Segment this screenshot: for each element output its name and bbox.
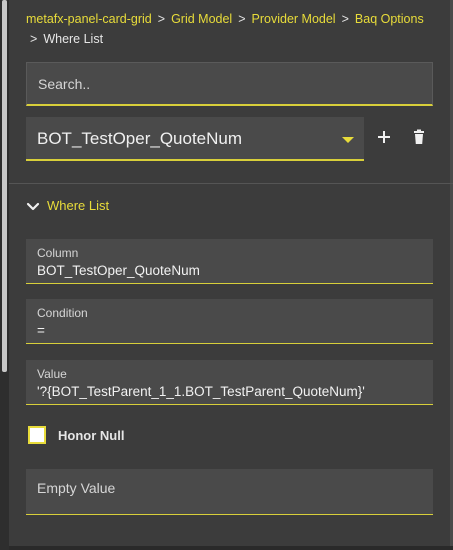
scrollbar-thumb[interactable] [2, 0, 7, 372]
search-input[interactable] [27, 63, 432, 104]
honor-null-checkbox[interactable] [28, 426, 46, 444]
empty-value-field[interactable]: Empty Value [26, 469, 433, 515]
caret-down-icon[interactable] [342, 137, 354, 143]
plus-icon [378, 131, 390, 143]
search-field[interactable] [26, 62, 433, 106]
where-item-select[interactable]: BOT_TestOper_QuoteNum [26, 117, 364, 161]
left-scroll-track[interactable] [0, 0, 9, 550]
breadcrumb-item-grid-model[interactable]: Grid Model [171, 12, 232, 26]
value-field[interactable]: Value '?{BOT_TestParent_1_1.BOT_TestPare… [26, 360, 433, 405]
column-field-value[interactable]: BOT_TestOper_QuoteNum [37, 263, 200, 278]
panel-bottom-border [9, 546, 453, 550]
condition-field-label: Condition [37, 306, 88, 320]
breadcrumb-item-provider-model[interactable]: Provider Model [252, 12, 336, 26]
breadcrumb-current: Where List [43, 32, 104, 46]
column-field[interactable]: Column BOT_TestOper_QuoteNum [26, 239, 433, 284]
select-value: BOT_TestOper_QuoteNum [37, 129, 243, 148]
value-field-value[interactable]: '?{BOT_TestParent_1_1.BOT_TestParent_Quo… [37, 384, 365, 399]
condition-field[interactable]: Condition = [26, 299, 433, 344]
honor-null-label: Honor Null [58, 428, 125, 443]
chevron-down-icon [26, 202, 40, 211]
column-field-label: Column [37, 246, 79, 260]
breadcrumb-separator: > [238, 12, 246, 26]
breadcrumb-separator: > [30, 32, 38, 46]
empty-value-placeholder[interactable]: Empty Value [37, 480, 115, 496]
breadcrumb-separator: > [341, 12, 349, 26]
trash-icon [414, 129, 424, 144]
breadcrumb: metafx-panel-card-grid > Grid Model > Provid… [26, 9, 436, 49]
section-divider [9, 183, 453, 184]
breadcrumb-separator: > [157, 12, 166, 26]
section-title: Where List [47, 198, 110, 213]
delete-button[interactable] [409, 127, 429, 147]
value-field-label: Value [37, 367, 67, 381]
add-button[interactable] [374, 127, 394, 147]
breadcrumb-item-panel-card-grid[interactable]: metafx-panel-card-grid [26, 12, 152, 26]
breadcrumb-item-baq-options[interactable]: Baq Options [355, 12, 424, 26]
condition-field-value[interactable]: = [37, 323, 45, 338]
